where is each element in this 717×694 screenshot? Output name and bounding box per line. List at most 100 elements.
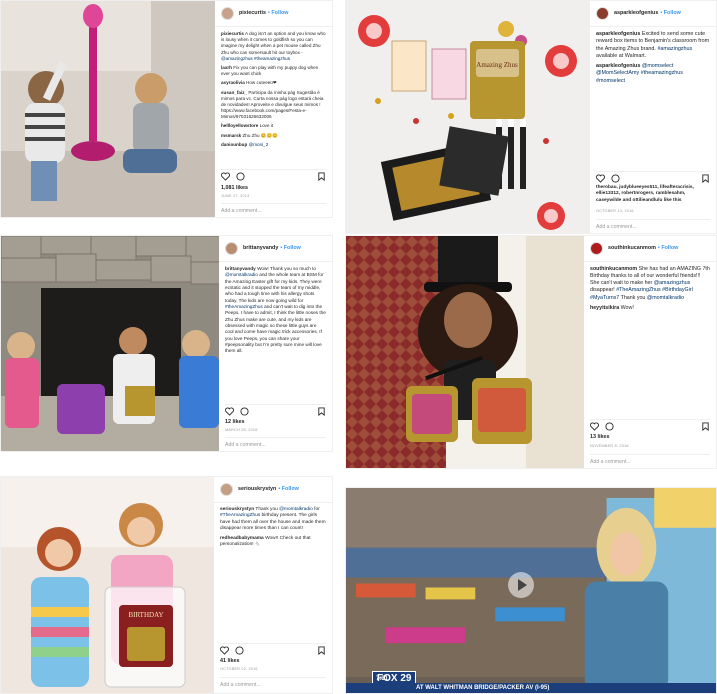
username[interactable]: brittanyvandy [243,245,278,252]
avatar[interactable] [590,242,603,255]
post-date: JUNE 27, 2013 [221,194,250,198]
comment-user[interactable]: asparkleofgenius [596,63,640,69]
comment-user[interactable]: msmarsk [221,133,241,138]
username[interactable]: seriouskrystyn [238,486,276,493]
comment-list: pixiecurtis A dog isn't an option and yo… [221,31,326,151]
comment-user[interactable]: pixiecurtis [221,31,244,36]
comment: southinkucanmom She has had an AMAZING 7… [590,266,710,301]
comment-icon[interactable] [236,172,245,181]
follow-button[interactable]: • Follow [658,245,678,252]
comment-user[interactable]: heyyitsikira [590,305,619,311]
post-photo[interactable]: BIRTHDAY [1,477,216,693]
follow-button[interactable]: • Follow [280,245,300,252]
add-comment-input[interactable]: Add a comment... [596,219,710,231]
comment: daniounbup @moni_2 [221,141,269,147]
comment-icon[interactable] [235,646,244,655]
post-photo[interactable] [1,1,217,217]
follow-button[interactable]: • Follow [660,10,680,17]
post-seriouskrystyn: BIRTHDAY seriouskrystyn • Follow serious… [0,476,333,694]
like-count[interactable]: 12 likes [225,419,244,426]
avatar[interactable] [220,483,233,496]
avatar[interactable] [221,7,234,20]
post-photo[interactable] [346,236,586,468]
post-date: MARCH 28, 2016 [225,428,258,432]
follow-button[interactable]: • Follow [268,10,288,17]
comment: heyyitsikira Wow! [590,304,634,311]
comment: pixiecurtis A dog isn't an option and yo… [221,31,326,61]
bookmark-icon[interactable] [701,174,710,184]
news-ticker: AT WALT WHITMAN BRIDGE/PACKER AV (I-95) [346,683,716,693]
like-count[interactable]: 1,081 likes [221,185,248,192]
heart-icon[interactable] [221,172,230,181]
comment-tag[interactable]: #theAmazingZhus [225,304,263,309]
comment-tag[interactable]: @momtalkradio [279,507,313,512]
video-time: 7:31 [376,676,389,682]
add-comment-input[interactable]: Add a comment... [220,677,326,689]
post-date: OCTOBER 22, 2016 [220,667,258,671]
comment-tag[interactable]: #amazingzhus [657,46,692,52]
comment-list: southinkucanmom She has had an AMAZING 7… [590,266,710,315]
comment-user[interactable]: redheadbabymama [220,536,264,541]
post-photo[interactable] [1,236,221,451]
comment-icon[interactable] [240,407,249,416]
comment: redheadbabymama Wow!! Check out that per… [220,535,311,548]
heart-icon[interactable] [220,646,229,655]
heart-icon[interactable] [596,174,605,183]
action-bar [596,171,710,184]
comment-icon[interactable] [611,174,620,183]
comment: asparkleofgenius Excited to send some cu… [596,31,710,59]
comment-user[interactable]: seriouskrystyn [220,507,254,512]
add-comment-input[interactable]: Add a comment... [225,437,326,449]
comment-user[interactable]: brittanyvandy [225,266,256,271]
comment-icon[interactable] [605,422,614,431]
avatar[interactable] [225,242,238,255]
comment-tag[interactable]: #TheAmazingZhus [220,513,260,518]
news-video[interactable]: FOX 29 7:31 AT WALT WHITMAN BRIDGE/PACKE… [345,487,717,694]
comment-user[interactable]: asyraolivia [221,80,245,85]
heart-icon[interactable] [225,407,234,416]
post-southinkucanmom: southinkucanmom • Follow southinkucanmom… [345,235,717,469]
bookmark-icon[interactable] [701,422,710,432]
username[interactable]: asparkleofgenius [614,10,658,17]
post-pixiecurtis: pixiecurtis • Follow pixiecurtis A dog i… [0,0,333,218]
comment-tag[interactable]: @momtalkradio [647,295,684,301]
post-asparkleofgenius: Amazing Zhus asparkleofgenius • Follow a… [345,0,717,234]
heart-icon[interactable] [590,422,599,431]
comment: asparkleofgenius @momselect @MomSelectAm… [596,63,710,85]
username[interactable]: southinkucanmom [608,245,656,252]
comment: brittanyvandy Wow! Thank you so much to … [225,266,326,354]
add-comment-input[interactable]: Add a comment... [590,454,710,466]
photo-kids-playing [1,1,217,217]
comment-user[interactable]: hellloyellowstore [221,123,258,128]
comment-user[interactable]: susan_faiz_ [221,90,247,95]
photo-easter-kids [1,236,221,451]
username[interactable]: pixiecurtis [239,10,266,17]
post-photo[interactable]: Amazing Zhus [346,1,592,233]
avatar[interactable] [596,7,609,20]
comment-user[interactable]: asparkleofgenius [596,31,640,37]
action-bar [225,404,326,417]
bookmark-icon[interactable] [317,646,326,656]
post-date: NOVEMBER 8, 2016 [590,444,629,448]
follow-button[interactable]: • Follow [278,486,298,493]
like-count[interactable]: 13 likes [590,434,609,441]
add-comment-input[interactable]: Add a comment... [221,203,326,215]
comment-tag[interactable]: @amazingzhus [654,280,691,286]
comment-list: seriouskrystyn Thank you @momtalkradio f… [220,507,326,552]
photo-reward-items: Amazing Zhus [346,1,592,233]
bookmark-icon[interactable] [317,407,326,417]
comment-tag[interactable]: @momtalkradio [225,272,258,277]
comment-user[interactable]: southinkucanmom [590,266,637,272]
action-bar [220,643,326,656]
like-list[interactable]: therobau, judyblueeyes511, lifeafteracri… [596,185,710,204]
comment-user[interactable]: daniounbup [221,142,247,147]
comment-tag[interactable]: @amazingzhus #theamazingzhus [221,56,290,61]
play-icon[interactable] [508,572,534,598]
bookmark-icon[interactable] [317,172,326,182]
photo-birthday-girl [346,236,586,468]
comment-list: brittanyvandy Wow! Thank you so much to … [225,266,326,358]
like-count[interactable]: 41 likes [220,658,239,665]
comment: hellloyellowstore Love it [221,123,274,129]
comment-list: asparkleofgenius Excited to send some cu… [596,31,710,88]
comment-user[interactable]: laxrh [221,65,232,70]
